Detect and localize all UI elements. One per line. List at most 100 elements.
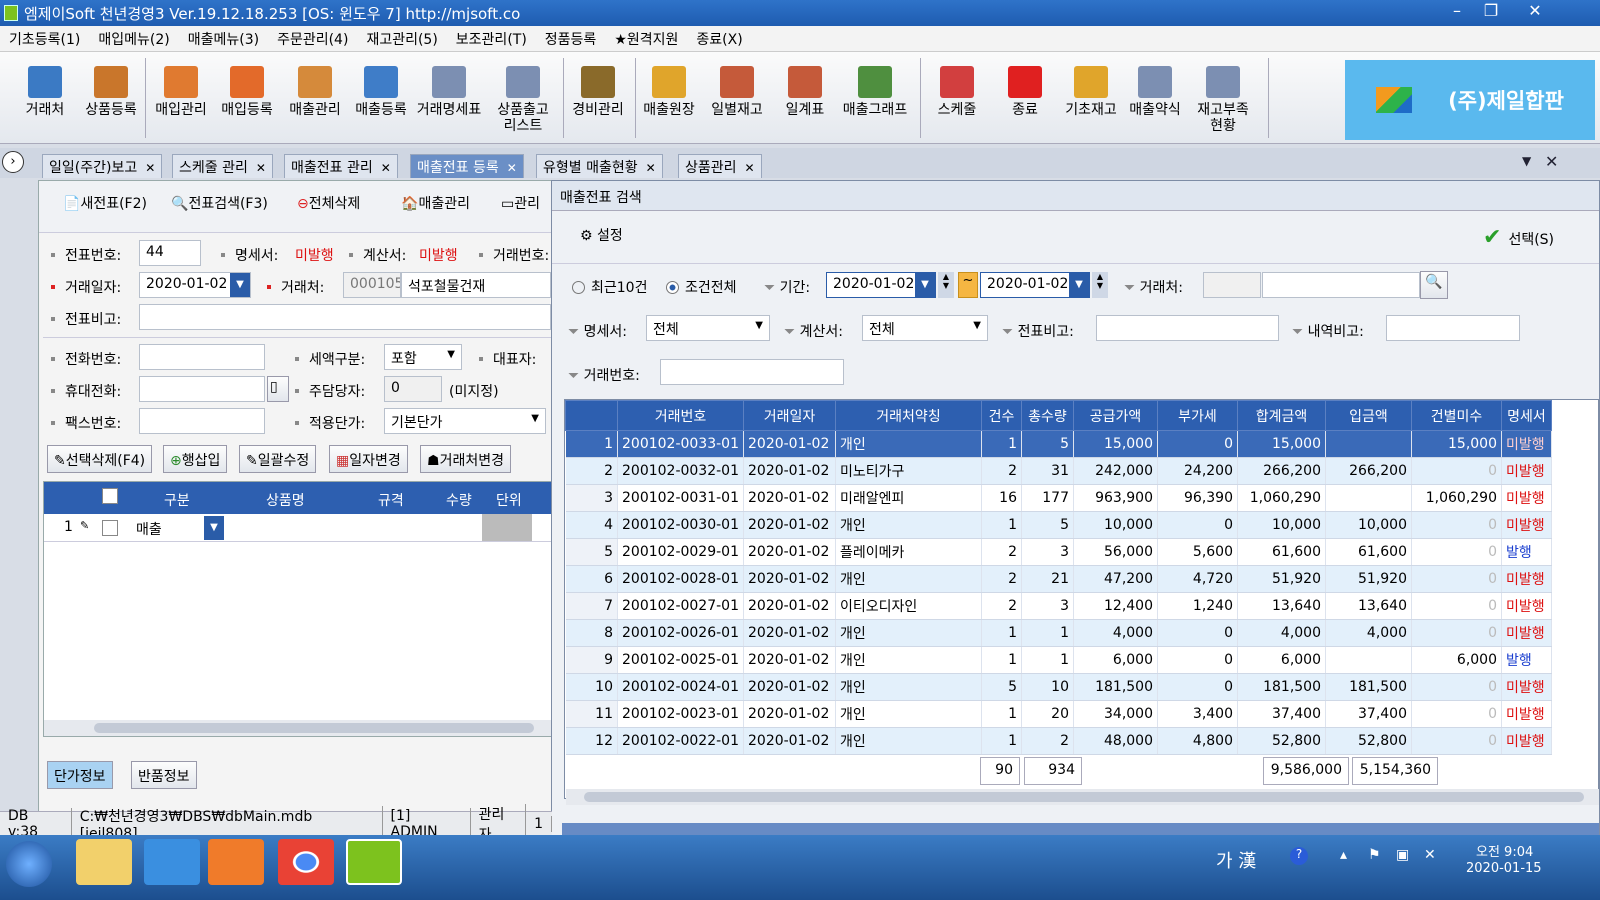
clock-time[interactable]: 오전 9:04 (1476, 841, 1533, 860)
col-header[interactable]: 거래일자 (743, 400, 836, 431)
network-icon[interactable]: ▣ (1396, 847, 1409, 863)
date-from-field[interactable]: 2020-01-02 ▼ (826, 272, 936, 298)
tab-close-all-icon[interactable]: ✕ (1545, 152, 1558, 171)
slip-row[interactable]: 9 200102-0025-01 2020-01-02 개인 1 1 6,000 0 6,000… (565, 646, 1552, 674)
slip-row[interactable]: 2 200102-0032-01 2020-01-02 미노티가구 2 31 242,000… (565, 457, 1552, 485)
client-name-filter[interactable] (1262, 272, 1420, 298)
col-header[interactable]: 부가세 (1157, 400, 1238, 431)
client-name-field[interactable]: 석포철물건재 (401, 272, 551, 298)
slip-row[interactable]: 3 200102-0031-01 2020-01-02 미래알엔피 16 177 963,9… (565, 484, 1552, 512)
date-change-button[interactable]: ▦일자변경 (329, 445, 408, 473)
mjsoft-app-icon[interactable] (346, 839, 402, 885)
flag-icon[interactable]: ⚑ (1368, 847, 1381, 863)
tab-2[interactable]: 매출전표 관리 ✕ (284, 154, 398, 178)
fax-field[interactable] (139, 408, 265, 434)
menu-order[interactable]: 주문관리(4) (268, 29, 357, 49)
col-header[interactable]: 건수 (981, 400, 1022, 431)
minimize-button[interactable]: – (1438, 0, 1476, 24)
toolbar-statement-button[interactable]: 거래명세표 (416, 66, 482, 118)
date-from-spinner[interactable]: ▲ ▼ (938, 272, 954, 298)
sales-manage-button[interactable]: 🏠매출관리 (395, 189, 476, 217)
close-button[interactable]: ✕ (1515, 0, 1555, 24)
toolbar-sales-simple-button[interactable]: 매출약식 (1122, 66, 1188, 118)
toolbar-purchase-register-button[interactable]: 매입등록 (214, 66, 280, 118)
tab-close-icon[interactable]: ✕ (145, 161, 155, 175)
volume-muted-icon[interactable]: ✕ (1424, 847, 1436, 863)
slip-remark-filter[interactable] (1096, 315, 1279, 341)
explorer-icon[interactable] (76, 839, 132, 885)
type-dropdown-icon[interactable]: ▼ (204, 516, 224, 540)
tab-return-info[interactable]: 반품정보 (131, 761, 197, 789)
nav-arrow-icon[interactable]: › (2, 151, 24, 173)
menu-stock[interactable]: 재고관리(5) (357, 29, 446, 49)
slip-no-field[interactable]: 44 (139, 240, 201, 266)
col-header[interactable]: 입금액 (1325, 400, 1412, 431)
radio-recent[interactable]: 최근10건 (572, 277, 647, 297)
tab-close-icon[interactable]: ✕ (646, 161, 656, 175)
toolbar-sales-graph-button[interactable]: 매출그래프 (842, 66, 908, 118)
clock-date[interactable]: 2020-01-15 (1466, 861, 1542, 876)
toolbar-purchase-manage-button[interactable]: 매입관리 (148, 66, 214, 118)
tab-0[interactable]: 일일(주간)보고 ✕ (42, 154, 163, 178)
toolbar-product-button[interactable]: 상품등록 (78, 66, 144, 118)
trade-no-filter[interactable] (660, 359, 844, 385)
new-slip-button[interactable]: 📄새전표(F2) (57, 189, 153, 217)
trade-date-field[interactable]: 2020-01-02 ▼ (139, 272, 251, 298)
toolbar-shipping-list-button[interactable]: 상품출고 리스트 (490, 66, 556, 134)
toolbar-power-button[interactable]: 종료 (992, 66, 1058, 118)
menu-remote[interactable]: ★원격지원 (605, 29, 687, 49)
toolbar-sales-register-button[interactable]: 매출등록 (348, 66, 414, 118)
maximize-button[interactable]: ❐ (1472, 0, 1510, 24)
toolbar-schedule-button[interactable]: 스케줄 (924, 66, 990, 118)
date-to-field[interactable]: 2020-01-02 ▼ (980, 272, 1090, 298)
grid-h-scrollbar[interactable] (566, 789, 1599, 805)
tab-1[interactable]: 스케줄 관리 ✕ (172, 154, 273, 178)
radio-all[interactable]: 조건전체 (666, 277, 737, 297)
tab-5[interactable]: 상품관리 ✕ (678, 154, 762, 178)
date-dropdown-icon[interactable]: ▼ (230, 273, 250, 297)
date-range-icon[interactable]: ~ (958, 272, 978, 298)
col-header[interactable]: 총수량 (1021, 400, 1074, 431)
slip-row[interactable]: 1 200102-0033-01 2020-01-02 개인 1 5 15,000 0 15,0… (565, 430, 1552, 458)
slip-row[interactable]: 4 200102-0030-01 2020-01-02 개인 1 5 10,000 0 10,0… (565, 511, 1552, 539)
tab-close-icon[interactable]: ✕ (745, 161, 755, 175)
toolbar-base-stock-button[interactable]: 기초재고 (1058, 66, 1124, 118)
toolbar-stock-shortage-button[interactable]: 재고부족 현황 (1190, 66, 1256, 134)
toolbar-sales-manage-button[interactable]: 매출관리 (282, 66, 348, 118)
row-type[interactable]: 매출 (136, 519, 162, 539)
toolbar-daily-stock-button[interactable]: 일별재고 (704, 66, 770, 118)
tab-3[interactable]: 매출전표 등록 ✕ (410, 154, 524, 178)
tab-close-icon[interactable]: ✕ (381, 161, 391, 175)
delete-selected-button[interactable]: ✎선택삭제(F4) (47, 445, 153, 473)
detail-remark-filter[interactable] (1386, 315, 1520, 341)
toolbar-client-button[interactable]: 거래처 (12, 66, 78, 118)
slip-row[interactable]: 7 200102-0027-01 2020-01-02 이티오디자인 2 3 12,400 1… (565, 592, 1552, 620)
toolbar-daily-report-button[interactable]: 일계표 (772, 66, 838, 118)
col-header[interactable]: 거래번호 (617, 400, 744, 431)
col-header[interactable]: 공급가액 (1073, 400, 1158, 431)
tax-type-select[interactable]: 포함 ▼ (384, 344, 462, 370)
phone-field[interactable] (139, 344, 265, 370)
select-button[interactable]: ✔ 선택(S) (1477, 221, 1560, 257)
menu-purchase[interactable]: 매입메뉴(2) (89, 29, 178, 49)
chrome-icon[interactable] (278, 839, 334, 885)
date-to-spinner[interactable]: ▲ ▼ (1092, 272, 1108, 298)
invoice-filter-select[interactable]: 전체 ▼ (862, 315, 988, 341)
col-header[interactable]: 명세서 (1501, 400, 1552, 431)
slip-row[interactable]: 11 200102-0023-01 2020-01-02 개인 1 20 34,000 3,4… (565, 700, 1552, 728)
help-icon[interactable]: ? (1290, 847, 1308, 865)
remark-field[interactable] (139, 304, 551, 330)
item-row[interactable]: 1 ✎ 매출 ▼ (44, 514, 554, 542)
select-all-checkbox[interactable] (102, 488, 118, 504)
slip-row[interactable]: 8 200102-0026-01 2020-01-02 개인 1 1 4,000 0 4,000… (565, 619, 1552, 647)
mobile-field[interactable] (139, 376, 265, 402)
client-code-field[interactable]: 000105 (343, 272, 401, 298)
client-change-button[interactable]: ☗거래처변경 (420, 445, 511, 473)
internet-explorer-icon[interactable] (144, 839, 200, 885)
statement-filter-select[interactable]: 전체 ▼ (646, 315, 770, 341)
manager-code-field[interactable]: 0 (384, 376, 442, 402)
insert-row-button[interactable]: ⊕행삽입 (163, 445, 228, 473)
slip-row[interactable]: 5 200102-0029-01 2020-01-02 플레이메카 2 3 56,000 5,… (565, 538, 1552, 566)
slip-row[interactable]: 6 200102-0028-01 2020-01-02 개인 2 21 47,200 4,72… (565, 565, 1552, 593)
menu-aux[interactable]: 보조관리(T) (447, 29, 536, 49)
